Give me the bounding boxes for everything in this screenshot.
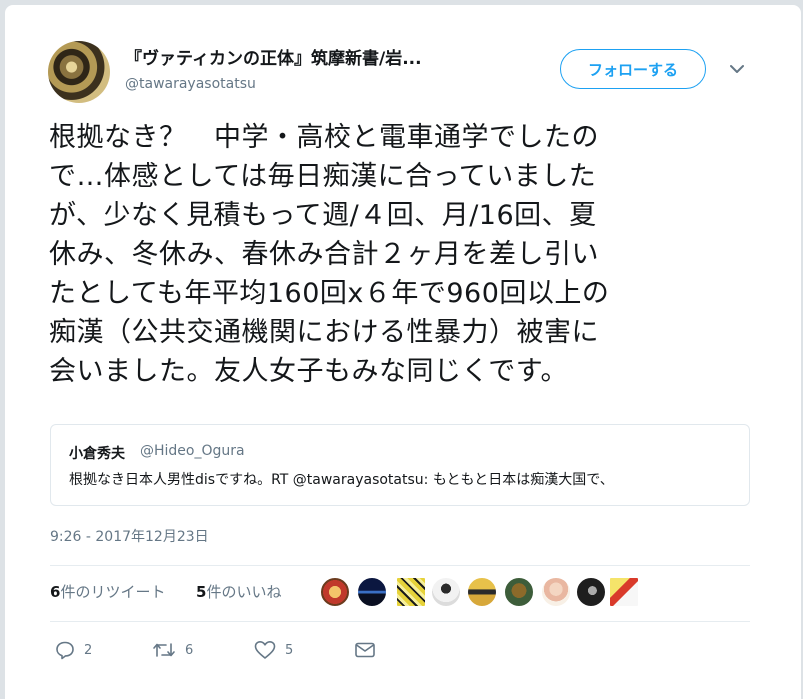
liker-avatar[interactable] <box>504 577 534 607</box>
liker-avatar[interactable] <box>609 577 639 607</box>
heart-icon <box>254 641 276 659</box>
liker-avatar[interactable] <box>320 577 350 607</box>
retweet-count: 6 <box>185 642 194 658</box>
tweet-text-line: 会いました。友人女子もみな同じくです。 <box>49 356 568 387</box>
liker-avatar[interactable] <box>467 577 497 607</box>
author-handle[interactable]: @tawarayasotatsu <box>125 76 256 92</box>
liker-avatar[interactable] <box>541 577 571 607</box>
liker-avatar[interactable] <box>396 577 426 607</box>
tweet-text-line: 休み、冬休み、春休み合計２ヶ月を差し引い <box>49 239 599 270</box>
envelope-icon <box>355 642 375 658</box>
like-count: 5 <box>285 642 294 658</box>
tweet-text-line: 根拠なき？ 中学・高校と電車通学でしたの <box>49 122 599 153</box>
liker-avatar[interactable] <box>431 577 461 607</box>
quoted-author-name: 小倉秀夫 <box>69 446 125 462</box>
tweet-timestamp[interactable]: 9:26 - 2017年12月23日 <box>50 526 209 546</box>
divider <box>50 565 750 566</box>
liker-avatar[interactable] <box>357 577 387 607</box>
quoted-author-handle: @Hideo_Ogura <box>140 443 245 459</box>
quoted-tweet[interactable]: 小倉秀夫 @Hideo_Ogura 根拠なき日本人男性disですね。RT @ta… <box>50 424 750 506</box>
reply-count: 2 <box>84 642 93 658</box>
author-display-name[interactable]: 『ヴァティカンの正体』筑摩新書/岩... <box>125 44 422 69</box>
author-avatar[interactable] <box>48 41 110 103</box>
reply-action[interactable]: 2 <box>55 640 92 660</box>
retweets-stat-count: 6 <box>50 583 61 601</box>
quoted-tweet-text: 根拠なき日本人男性disですね。RT @tawarayasotatsu: もとも… <box>69 472 614 488</box>
retweet-action[interactable]: 6 <box>152 640 193 660</box>
retweets-stat-label: 件のリツイート <box>60 583 166 601</box>
tweet-text-line: 痴漢（公共交通機関における性暴力）被害に <box>49 317 599 348</box>
tweet-text-line: たとしても年平均160回x６年で960回以上の <box>49 278 610 309</box>
likes-stat[interactable]: 5件のいいね <box>196 581 281 602</box>
chevron-down-icon[interactable] <box>730 64 744 74</box>
liker-avatar[interactable] <box>576 577 606 607</box>
like-action[interactable]: 5 <box>254 640 293 660</box>
reply-icon <box>56 641 74 660</box>
retweet-icon <box>153 643 175 657</box>
tweet-text-line: で…体感としては毎日痴漢に合っていました <box>49 161 597 192</box>
likes-stat-label: 件のいいね <box>206 583 282 601</box>
retweets-stat[interactable]: 6件のリツイート <box>50 581 165 602</box>
direct-message-action[interactable] <box>354 640 376 660</box>
tweet-text-line: が、少なく見積もって週/４回、月/16回、夏 <box>49 200 597 231</box>
likes-stat-count: 5 <box>196 583 207 601</box>
divider <box>50 621 750 622</box>
follow-button[interactable]: フォローする <box>560 49 706 89</box>
tweet-text: 根拠なき？ 中学・高校と電車通学でしたの で…体感としては毎日痴漢に合っていまし… <box>49 118 749 391</box>
